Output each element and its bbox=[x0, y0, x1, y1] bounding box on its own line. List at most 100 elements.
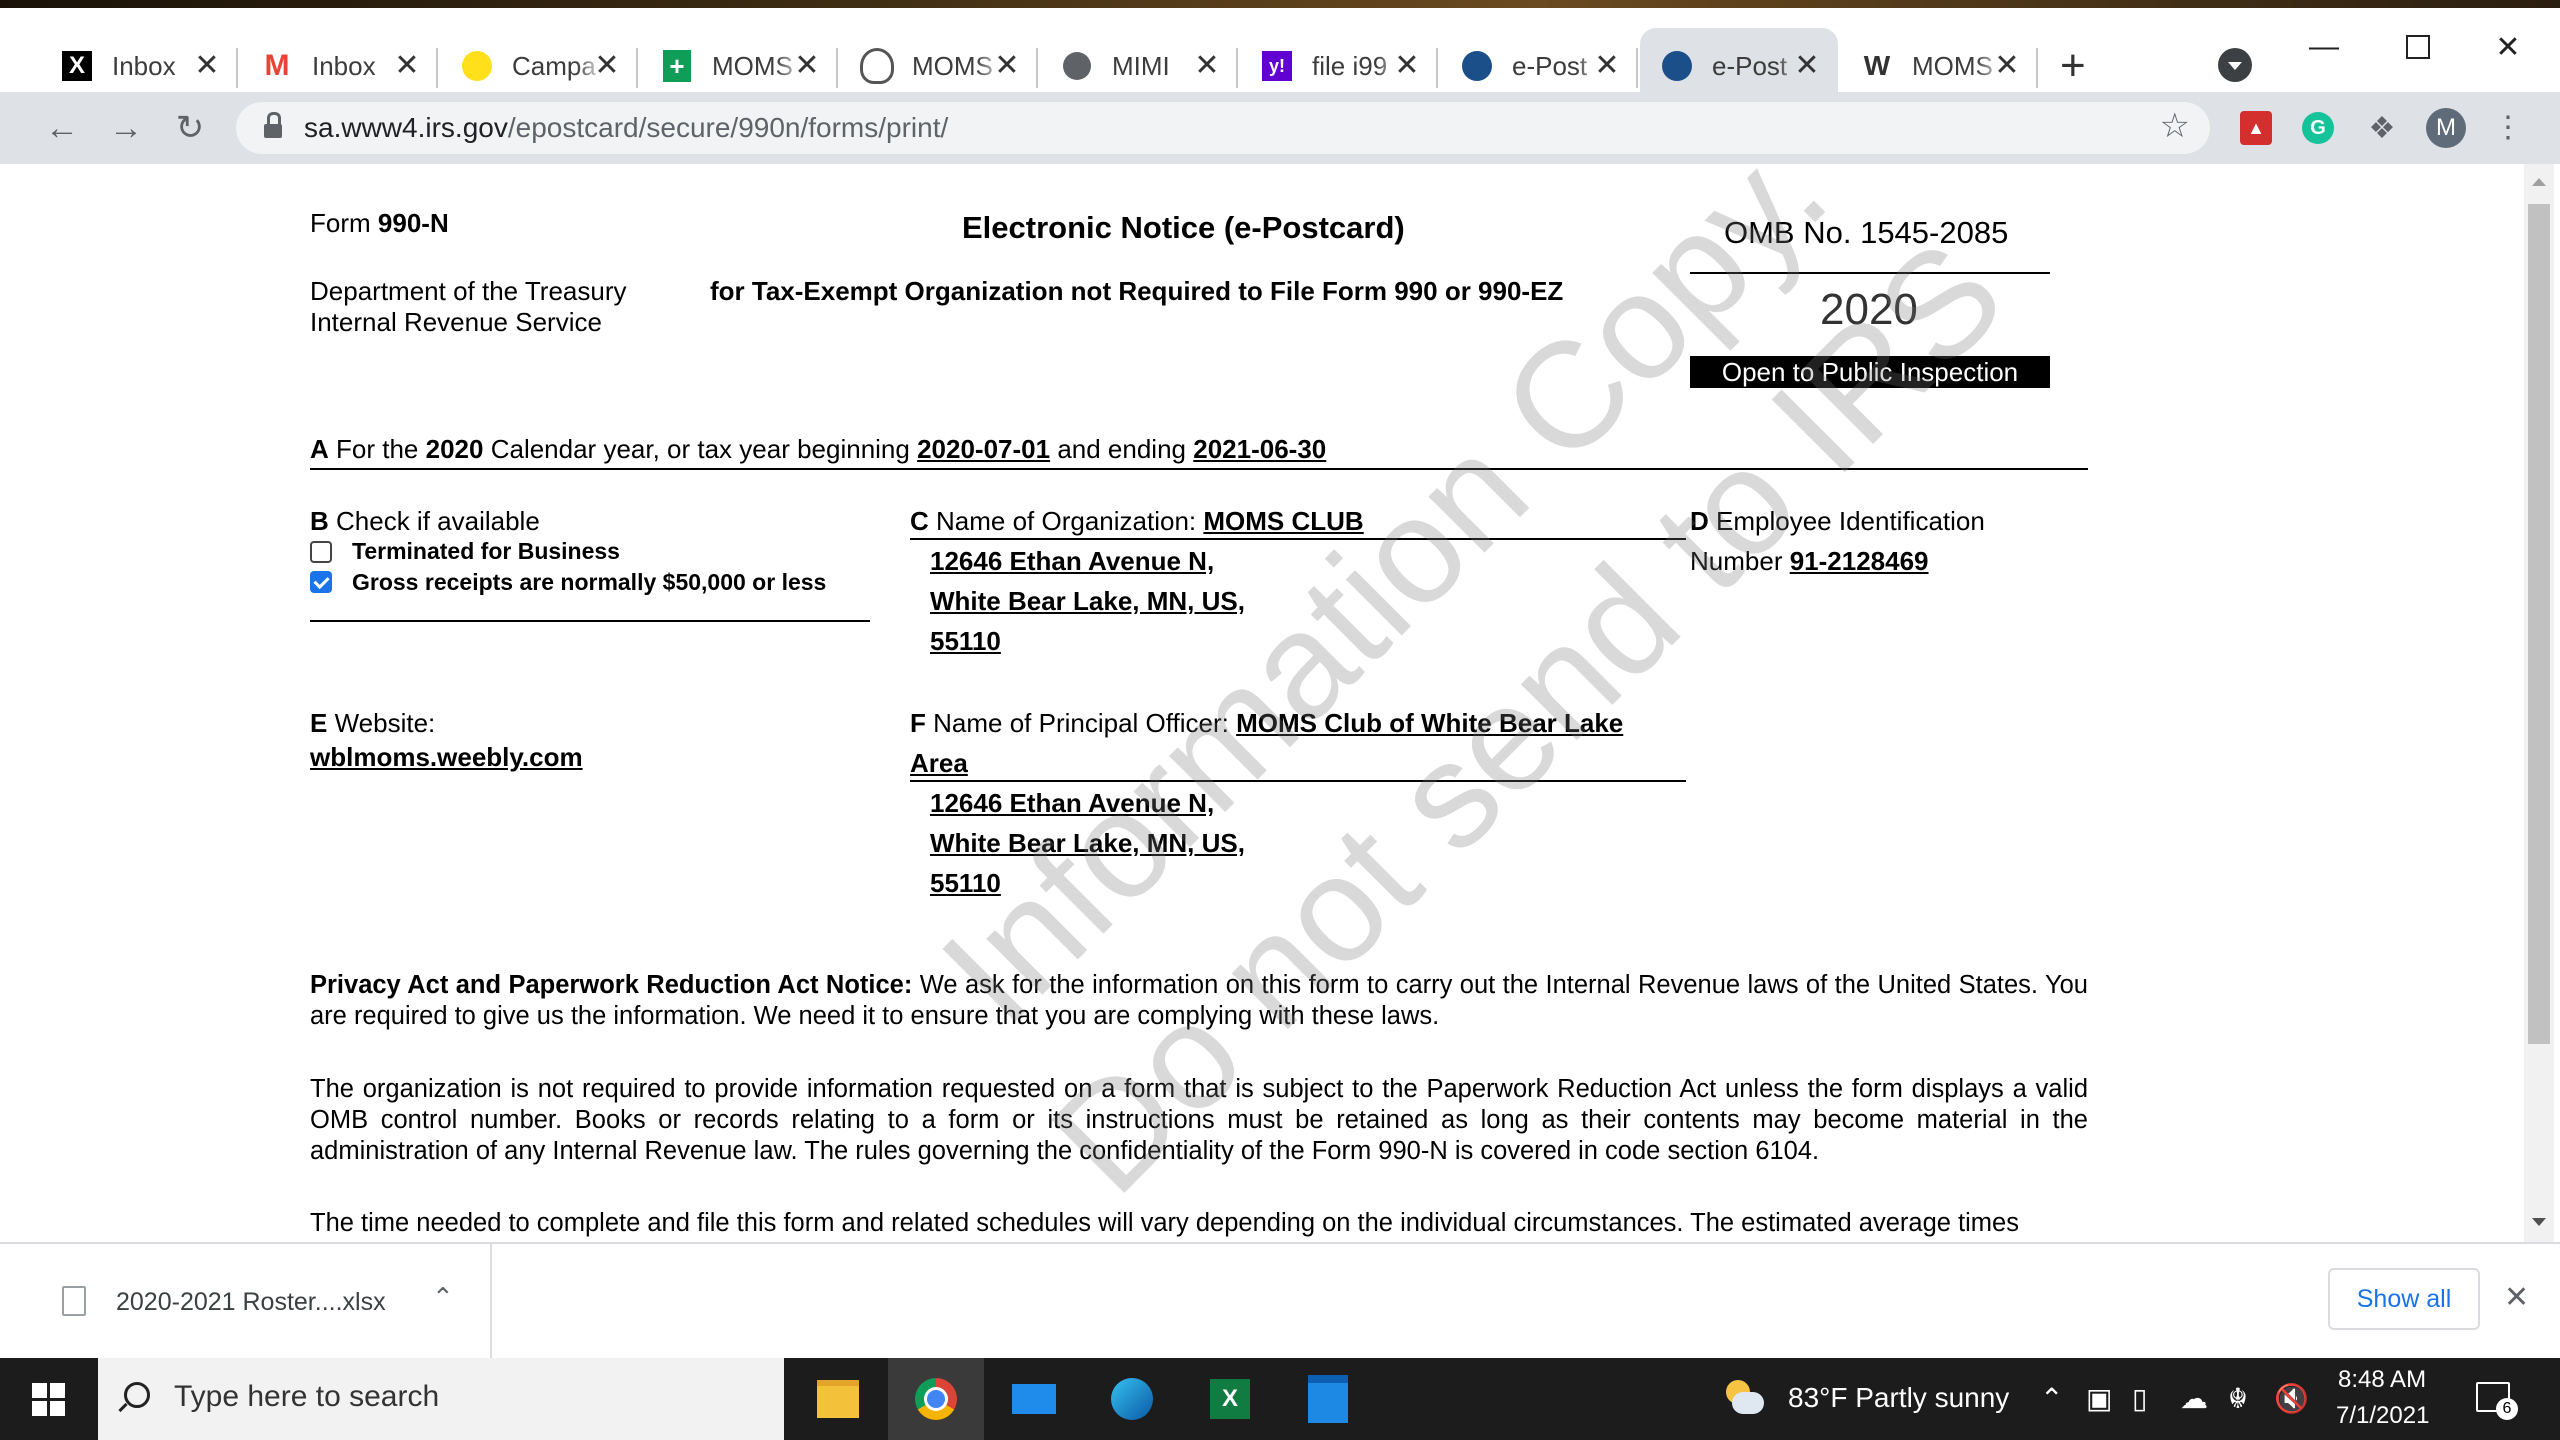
bookmark-star-icon[interactable]: ☆ bbox=[2160, 106, 2190, 146]
scroll-down-arrow[interactable] bbox=[2532, 1218, 2546, 1226]
form-subtitle: for Tax-Exempt Organization not Required… bbox=[710, 276, 1564, 306]
tab-separator bbox=[236, 48, 238, 88]
profile-avatar[interactable]: M bbox=[2424, 106, 2468, 150]
pdf-extension-icon[interactable]: ▲ bbox=[2234, 106, 2278, 150]
terminated-label: Terminated for Business bbox=[352, 538, 620, 564]
section-b-letter: B bbox=[310, 506, 329, 536]
file-explorer-icon[interactable] bbox=[790, 1358, 886, 1440]
form-number-label: Form 990-N bbox=[310, 208, 449, 239]
section-c-heading: C Name of Organization: MOMS CLUB bbox=[910, 506, 1364, 537]
taskbar-search-box[interactable]: Type here to search bbox=[98, 1358, 784, 1440]
excel-icon[interactable]: X bbox=[1182, 1358, 1278, 1440]
tab-close-icon[interactable]: ✕ bbox=[1390, 48, 1424, 82]
tab-close-icon[interactable]: ✕ bbox=[790, 48, 824, 82]
close-download-bar-icon[interactable]: ✕ bbox=[2504, 1280, 2529, 1315]
tab-close-icon[interactable]: ✕ bbox=[190, 48, 224, 82]
tab-close-icon[interactable]: ✕ bbox=[1990, 48, 2024, 82]
page-viewport: Form 990-N Electronic Notice (e-Postcard… bbox=[18, 164, 2524, 1242]
org-address-line2: White Bear Lake, MN, US, bbox=[930, 586, 1245, 616]
browser-tab-strip: X Inbox ✕ M Inbox ✕ Campa ✕ + MOMS ✕ MOMS ✕ MIMI ✕ y! fi… bbox=[0, 8, 2560, 104]
menu-kebab-icon[interactable]: ⋮ bbox=[2486, 106, 2530, 150]
edge-icon[interactable] bbox=[1084, 1358, 1180, 1440]
maximize-button[interactable] bbox=[2388, 22, 2448, 72]
tab-search-icon[interactable] bbox=[2218, 48, 2252, 82]
form-title: Electronic Notice (e-Postcard) bbox=[962, 210, 1405, 245]
screen-top-edge bbox=[0, 0, 2560, 8]
download-bar: 2020-2021 Roster....xlsx ⌃ Show all ✕ bbox=[0, 1242, 2560, 1360]
gross-receipts-label: Gross receipts are normally $50,000 or l… bbox=[352, 569, 827, 595]
section-f-letter: F bbox=[910, 708, 926, 738]
scroll-up-arrow[interactable] bbox=[2532, 178, 2546, 186]
battery-icon[interactable]: ▯ bbox=[2132, 1382, 2147, 1415]
download-filename: 2020-2021 Roster....xlsx bbox=[116, 1288, 386, 1316]
tab-close-icon[interactable]: ✕ bbox=[1790, 48, 1824, 82]
extensions-puzzle-icon[interactable]: ❖ bbox=[2360, 106, 2404, 150]
chevron-up-tray-icon[interactable]: ⌃ bbox=[2040, 1382, 2063, 1415]
yahoo-icon: y! bbox=[1260, 49, 1294, 83]
tab-close-icon[interactable]: ✕ bbox=[390, 48, 424, 82]
clock-time[interactable]: 8:48 AM bbox=[2338, 1366, 2426, 1394]
forward-button[interactable]: → bbox=[102, 104, 150, 152]
show-all-button[interactable]: Show all bbox=[2328, 1268, 2480, 1330]
privacy-heading: Privacy Act and Paperwork Reduction Act … bbox=[310, 971, 913, 999]
back-button[interactable]: ← bbox=[38, 104, 86, 152]
notification-count: 6 bbox=[2496, 1398, 2518, 1420]
mail-icon[interactable] bbox=[986, 1358, 1082, 1440]
tax-year-end: 2021-06-30 bbox=[1193, 434, 1327, 464]
chevron-up-icon[interactable]: ⌃ bbox=[432, 1282, 454, 1313]
tab-close-icon[interactable]: ✕ bbox=[1590, 48, 1624, 82]
time-estimate-notice: The time needed to complete and file thi… bbox=[310, 1209, 2019, 1237]
fingerprint-icon bbox=[860, 48, 894, 84]
globe-icon bbox=[1060, 49, 1094, 83]
lock-icon bbox=[264, 124, 282, 138]
reload-button[interactable]: ↻ bbox=[166, 104, 214, 152]
search-icon bbox=[124, 1382, 150, 1408]
section-a-text2: Calendar year, or tax year beginning bbox=[490, 434, 910, 464]
website-link[interactable]: wblmoms.weebly.com bbox=[310, 742, 583, 773]
search-icon-handle bbox=[118, 1402, 128, 1413]
windows-start-icon[interactable] bbox=[0, 1358, 96, 1440]
irs-eagle-icon bbox=[1660, 49, 1694, 83]
wifi-icon[interactable]: ☬ bbox=[2228, 1382, 2248, 1415]
tab-close-icon[interactable]: ✕ bbox=[990, 48, 1024, 82]
lock-shackle bbox=[267, 112, 281, 125]
x-logo-icon: X bbox=[60, 49, 94, 83]
download-item[interactable]: 2020-2021 Roster....xlsx ⌃ bbox=[0, 1244, 492, 1360]
grammarly-icon[interactable]: G bbox=[2296, 106, 2340, 150]
weather-text[interactable]: 83°F Partly sunny bbox=[1788, 1382, 2009, 1414]
onedrive-sync-icon[interactable]: ☁ bbox=[2180, 1382, 2208, 1415]
sheets-plus-icon: + bbox=[660, 49, 694, 83]
minimize-button[interactable]: — bbox=[2294, 22, 2354, 72]
address-bar[interactable]: sa.www4.irs.gov/epostcard/secure/990n/fo… bbox=[236, 102, 2210, 154]
gross-receipts-checkbox[interactable] bbox=[310, 571, 332, 593]
irs-eagle-icon bbox=[1460, 49, 1494, 83]
search-placeholder: Type here to search bbox=[174, 1380, 440, 1413]
scrollbar-thumb[interactable] bbox=[2528, 204, 2550, 1044]
page-scrollbar[interactable] bbox=[2524, 164, 2554, 1242]
tab-close-icon[interactable]: ✕ bbox=[590, 48, 624, 82]
clock-date[interactable]: 7/1/2021 bbox=[2336, 1402, 2429, 1430]
section-a-letter: A bbox=[310, 434, 329, 464]
org-address-line1: 12646 Ethan Avenue N, bbox=[930, 546, 1215, 576]
chrome-icon[interactable] bbox=[888, 1358, 984, 1440]
terminated-checkbox[interactable] bbox=[310, 541, 332, 563]
url-host: sa.www4.irs.gov bbox=[304, 112, 508, 143]
section-e-letter: E bbox=[310, 708, 328, 738]
volume-muted-icon[interactable]: 🔇 bbox=[2274, 1382, 2309, 1415]
meet-now-icon[interactable]: ▣ bbox=[2086, 1382, 2112, 1415]
form-number: 990-N bbox=[377, 208, 449, 238]
calendar-icon[interactable] bbox=[1280, 1358, 1376, 1440]
tab-separator bbox=[436, 48, 438, 88]
tab-close-icon[interactable]: ✕ bbox=[1190, 48, 1224, 82]
principal-officer-name-cont: Area bbox=[910, 748, 968, 778]
tab-separator bbox=[1636, 48, 1638, 88]
close-window-button[interactable]: ✕ bbox=[2478, 22, 2538, 72]
section-e-label: Website: bbox=[334, 708, 436, 738]
new-tab-button[interactable]: + bbox=[2060, 44, 2086, 88]
section-e-heading: E Website: bbox=[310, 708, 435, 739]
tax-year-begin: 2020-07-01 bbox=[917, 434, 1051, 464]
section-a-text1: For the bbox=[336, 434, 419, 464]
section-c-label: Name of Organization: bbox=[936, 506, 1197, 536]
section-a-year: 2020 bbox=[425, 434, 484, 464]
file-icon bbox=[62, 1286, 86, 1316]
